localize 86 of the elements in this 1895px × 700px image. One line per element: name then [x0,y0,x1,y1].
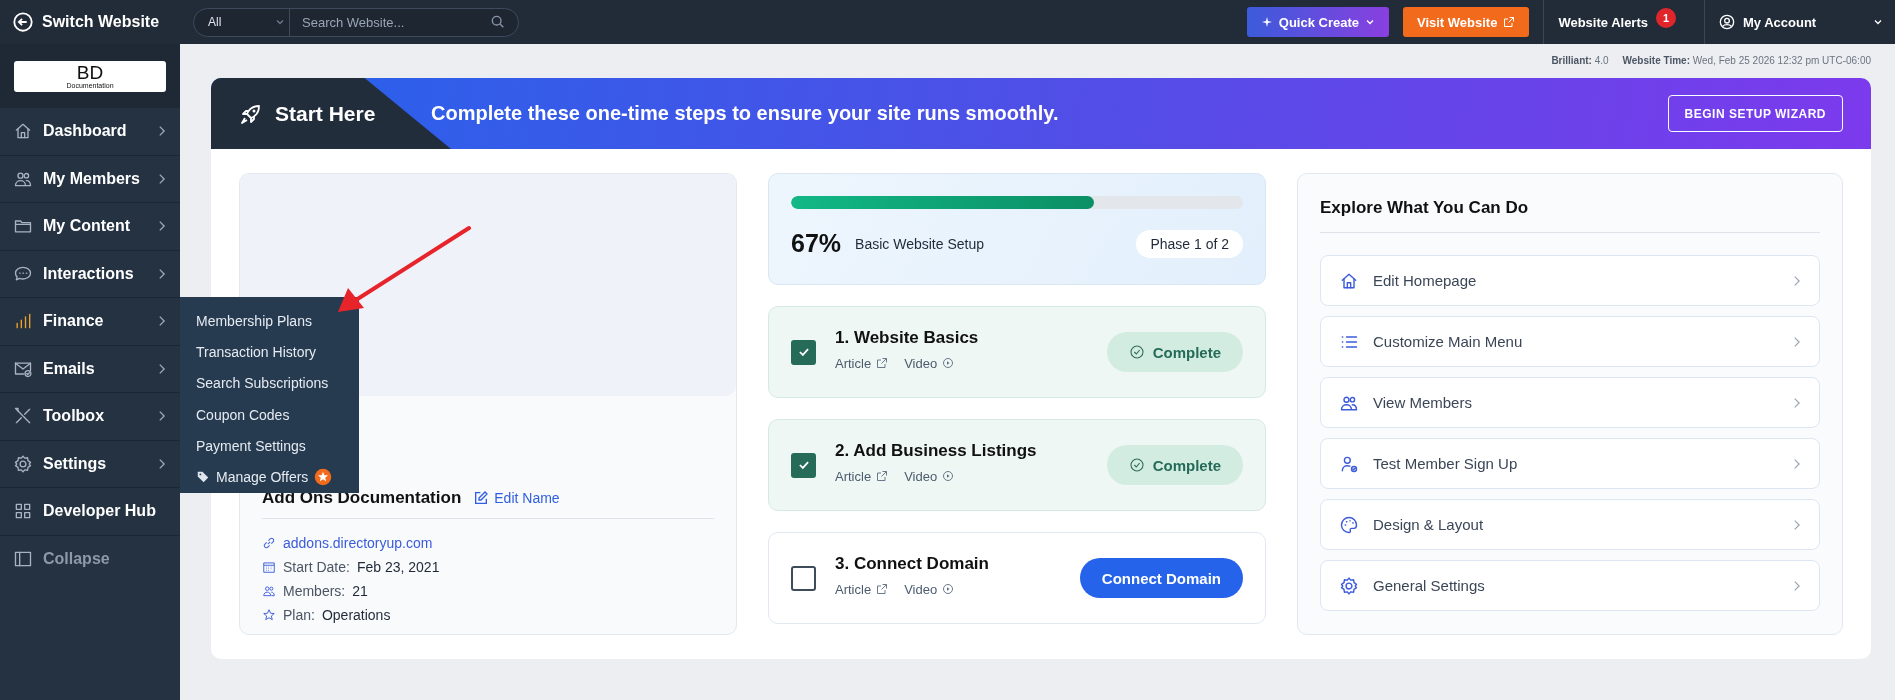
banner-title: Start Here [275,101,376,126]
explore-item[interactable]: Test Member Sign Up [1320,438,1820,489]
edit-name-link[interactable]: Edit Name [473,490,560,506]
chevron-right-icon [1792,395,1801,410]
submenu-item[interactable]: Membership Plans [180,305,328,337]
switch-website-button[interactable]: Switch Website [0,0,180,44]
checkbox[interactable] [791,452,816,478]
chevron-right-icon [157,171,166,186]
progress-label: Basic Website Setup [855,235,985,252]
explore-item[interactable]: Design & Layout [1320,499,1820,550]
version-info: Brilliant: 4.0 Website Time: Wed, Feb 25 2026 12:32 pm UTC-06:00 [1551,54,1871,68]
play-icon [942,470,955,482]
step-title: 2. Add Business Listings [835,440,1038,461]
video-link[interactable]: Video [904,581,955,597]
chevron-right-icon [1792,273,1801,288]
star-icon [262,608,276,622]
star-badge-icon [314,468,333,487]
explore-item[interactable]: General Settings [1320,560,1820,611]
detail-label: Plan: [283,607,315,623]
external-link-icon [876,357,889,369]
chevron-right-icon [157,361,166,376]
detail-label: Members: [283,583,346,599]
chevron-right-icon [1792,517,1801,532]
detail-value: 21 [352,583,368,599]
detail-label: Start Date: [283,559,350,575]
submenu-item[interactable]: Coupon Codes [180,399,306,431]
chevron-right-icon [1792,456,1801,471]
complete-status: Complete [1106,445,1243,485]
checkbox[interactable] [791,339,816,365]
settings-icon [1339,575,1359,596]
submenu-item[interactable]: Search Subscriptions [180,367,345,399]
submenu-item[interactable]: Transaction History [180,336,333,368]
calendar-icon [262,560,276,574]
chevron-right-icon [157,456,166,471]
search-icon [490,14,506,30]
chevron-right-icon [157,314,166,329]
step-title: 1. Website Basics [835,327,980,348]
explore-title: Explore What You Can Do [1320,198,1530,218]
palette-icon [1339,514,1359,535]
banner-message: Complete these one-time steps to ensure your site runs smoothly. [431,102,1060,125]
submenu-item[interactable]: Payment Settings [180,430,322,462]
explore-item[interactable]: Edit Homepage [1320,255,1820,306]
explore-item[interactable]: Customize Main Menu [1320,316,1820,367]
article-link[interactable]: Article [835,355,889,371]
alert-count-badge: 1 [1656,8,1676,28]
check-circle-icon [1128,344,1145,360]
video-link[interactable]: Video [904,355,955,371]
explore-item[interactable]: View Members [1320,377,1820,428]
detail-value: Operations [321,607,391,623]
article-link[interactable]: Article [835,581,889,597]
check-circle-icon [1128,457,1145,473]
website-alerts-button[interactable]: Website Alerts 1 [1544,0,1690,44]
checkbox[interactable] [791,565,816,591]
chevron-right-icon [157,409,166,424]
external-link-icon [876,470,889,482]
edit-icon [473,490,490,506]
chevron-right-icon [157,219,166,234]
article-link[interactable]: Article [835,468,889,484]
chevron-right-icon [157,124,166,139]
search-input[interactable]: Search Website... [290,14,490,30]
external-link-icon [1503,16,1516,28]
video-link[interactable]: Video [904,468,955,484]
complete-status: Complete [1106,332,1243,372]
play-icon [942,357,955,369]
chevron-right-icon [1792,578,1801,593]
submenu-item[interactable]: Manage Offers [180,461,349,493]
play-icon [942,583,955,595]
external-link-icon [876,583,889,595]
site-url-link[interactable]: addons.directoryup.com [283,535,433,551]
phase-badge: Phase 1 of 2 [1136,229,1243,258]
caret-icon [1873,17,1883,27]
chevron-right-icon [1792,334,1801,349]
my-account-button[interactable]: My Account [1705,0,1895,44]
connect-domain-button[interactable]: Connect Domain [1079,558,1243,598]
detail-value: Feb 23, 2021 [356,559,440,575]
link-icon [262,536,276,550]
caret-icon [1364,17,1375,27]
chevron-right-icon [157,266,166,281]
user-icon [1719,14,1735,30]
tag-icon [196,470,210,485]
caret-icon [275,17,285,27]
step-title: 3. Connect Domain [835,553,990,574]
begin-setup-wizard-button[interactable]: BEGIN SETUP WIZARD [1667,95,1843,132]
quick-create-button[interactable]: Quick Create [1246,7,1389,37]
people-icon [262,584,276,598]
progress-percent: 67% [791,229,842,258]
